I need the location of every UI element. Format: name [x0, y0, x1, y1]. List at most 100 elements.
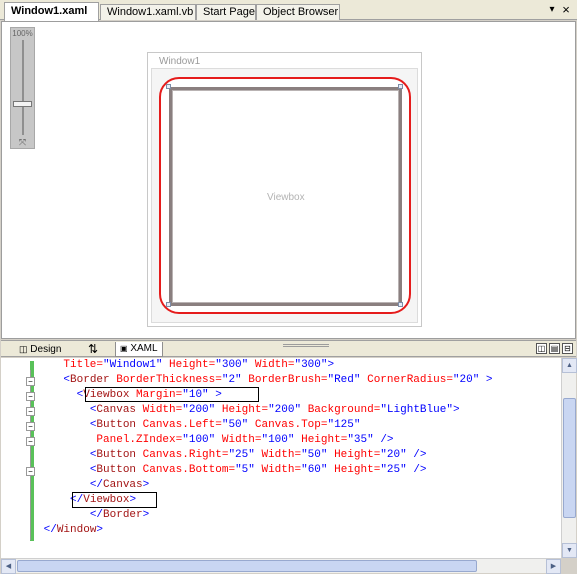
scroll-right-icon[interactable]: ▶ [546, 559, 561, 574]
horizontal-scrollbar[interactable]: ◀ ▶ [1, 558, 561, 574]
code-token: "20" [452, 374, 480, 386]
code-token: Window [56, 524, 97, 536]
splitter-grip[interactable] [283, 344, 329, 347]
selection-handle-top-right[interactable] [398, 84, 403, 89]
collapse-icon[interactable]: − [26, 407, 35, 416]
code-token: "Window1" [103, 359, 163, 371]
code-token: "300" [215, 359, 249, 371]
code-token: "Red" [327, 374, 361, 386]
collapse-pane-button[interactable]: ⊟ [562, 343, 573, 354]
code-line: <Canvas Width="200" Height="200" Backgro… [37, 403, 460, 418]
close-icon[interactable]: × [560, 3, 572, 16]
code-token: /> [373, 434, 394, 446]
collapse-icon[interactable]: − [26, 467, 35, 476]
selection-handle-bottom-right[interactable] [398, 302, 403, 307]
code-token: Border [70, 374, 110, 386]
code-token: Panel.ZIndex= [96, 434, 183, 446]
collapse-icon[interactable]: − [26, 422, 35, 431]
code-token: Width= [136, 404, 183, 416]
collapse-icon[interactable]: − [26, 437, 35, 446]
code-token: "200" [182, 404, 216, 416]
code-token: Background= [301, 404, 381, 416]
collapse-icon[interactable]: − [26, 392, 35, 401]
horizontal-split-button[interactable]: ▤ [549, 343, 560, 354]
highlight-box-viewbox-close [72, 492, 157, 508]
code-line: </Window> [37, 523, 103, 538]
code-token: Height= [294, 434, 348, 446]
design-view-icon: ◫ [19, 344, 28, 354]
code-token: Canvas [103, 479, 143, 491]
code-token: Height= [215, 404, 269, 416]
zoom-to-fit-icon[interactable]: ⤧ [15, 137, 30, 147]
tab-window1-xaml[interactable]: Window1.xaml [4, 2, 99, 21]
code-token: "100" [261, 434, 295, 446]
zoom-slider[interactable]: 100% ⤧ [10, 27, 35, 149]
vertical-split-button[interactable]: ◫ [536, 343, 547, 354]
vertical-scrollbar[interactable]: ▲ ▼ [561, 358, 577, 558]
code-token: > [479, 374, 493, 386]
code-token: "60" [301, 464, 328, 476]
code-token: Height= [327, 449, 381, 461]
code-token: > [96, 524, 104, 536]
selection-handle-bottom-left[interactable] [166, 302, 171, 307]
view-toggle-bar: ◫ Design ⇅ ▣ XAML ◫ ▤ ⊟ [1, 340, 576, 357]
code-line: <Button Canvas.Right="25" Width="50" Hei… [37, 448, 427, 463]
code-token: Border [103, 509, 143, 521]
code-line: Title="Window1" Height="300" Width="300"… [37, 358, 334, 373]
code-token: </ [89, 479, 104, 491]
code-token: </ [89, 509, 104, 521]
code-token: "200" [268, 404, 302, 416]
code-token: /> [406, 464, 427, 476]
tab-dropdown-icon[interactable]: ▾ [546, 4, 558, 16]
scroll-up-icon[interactable]: ▲ [562, 358, 577, 373]
code-token: "50" [301, 449, 328, 461]
code-token: "125" [327, 419, 361, 431]
tab-start-page[interactable]: Start Page [196, 4, 256, 20]
code-token: BorderBrush= [241, 374, 328, 386]
code-token: "300" [294, 359, 328, 371]
code-token: BorderThickness= [109, 374, 222, 386]
zoom-thumb[interactable] [13, 101, 32, 107]
code-token: Width= [248, 359, 295, 371]
tab-xaml[interactable]: ▣ XAML [115, 342, 163, 357]
scroll-left-icon[interactable]: ◀ [1, 559, 16, 574]
code-token: Width= [254, 449, 302, 461]
horizontal-scroll-thumb[interactable] [17, 560, 477, 572]
code-token: Button [96, 419, 137, 431]
code-token: Canvas.Right= [136, 449, 229, 461]
tab-window1-xaml-vb[interactable]: Window1.xaml.vb [100, 4, 196, 20]
scroll-down-icon[interactable]: ▼ [562, 543, 577, 558]
tab-object-browser[interactable]: Object Browser [256, 4, 340, 20]
collapse-icon[interactable]: − [26, 377, 35, 386]
code-token: > [142, 509, 150, 521]
code-token: Canvas.Left= [136, 419, 222, 431]
code-token: "50" [221, 419, 249, 431]
code-token: Button [96, 449, 137, 461]
code-token: Width= [215, 434, 262, 446]
code-token: > [327, 359, 335, 371]
code-line: </Canvas> [37, 478, 149, 493]
zoom-track [22, 40, 24, 135]
tab-design[interactable]: ◫ Design [19, 342, 61, 357]
vertical-scroll-thumb[interactable] [563, 398, 576, 518]
selection-handle-top-left[interactable] [166, 84, 171, 89]
code-token: Canvas [96, 404, 137, 416]
swap-panes-button[interactable]: ⇅ [88, 342, 98, 357]
code-line: <Button Canvas.Left="50" Canvas.Top="125… [37, 418, 361, 433]
code-token: /> [406, 449, 427, 461]
code-line: Panel.ZIndex="100" Width="100" Height="3… [37, 433, 394, 448]
viewbox-label: Viewbox [267, 192, 305, 203]
code-token: > [142, 479, 150, 491]
code-token: Title= [63, 359, 104, 371]
